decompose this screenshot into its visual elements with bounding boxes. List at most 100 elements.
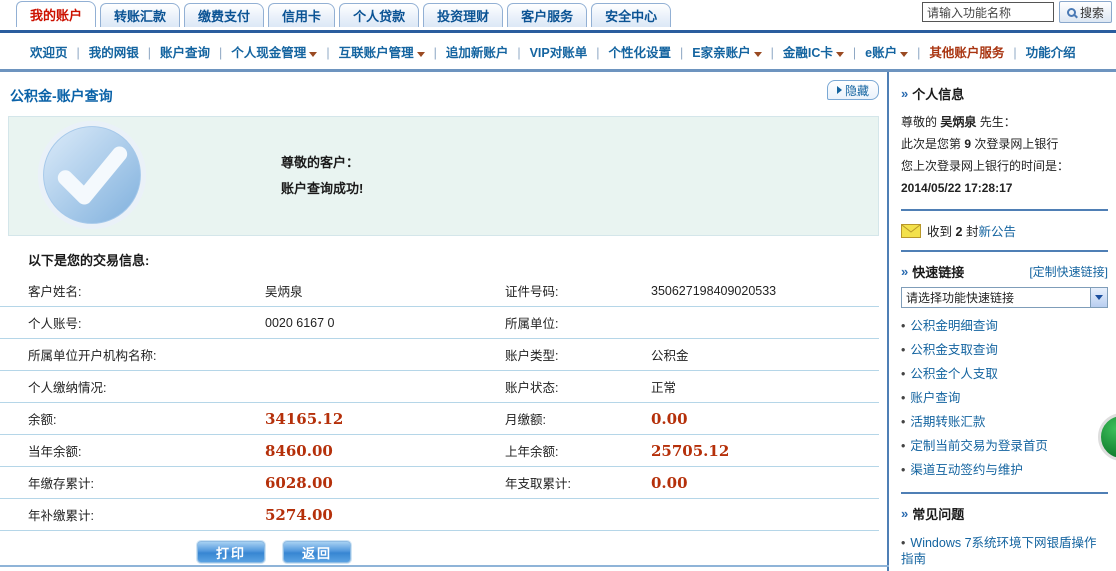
tab-personal-loan[interactable]: 个人贷款	[339, 3, 420, 27]
tab-my-accounts[interactable]: 我的账户	[16, 1, 97, 27]
quick-link-fund-withdraw-query[interactable]: 公积金支取查询	[901, 338, 1108, 362]
row-label: 上年余额:	[505, 445, 559, 459]
table-row: 年补缴累计: 5274.00	[0, 499, 879, 531]
envelope-icon	[901, 223, 921, 238]
row-label: 所属单位开户机构名称:	[28, 349, 157, 363]
quick-link-channel-signing[interactable]: 渠道互动签约与维护	[901, 458, 1108, 482]
chevron-down-icon	[900, 51, 909, 57]
login-prefix: 此次是您第	[901, 137, 962, 151]
notice-prefix: 收到	[927, 225, 953, 239]
nav-other-account-services[interactable]: 其他账户服务	[929, 42, 1025, 61]
row-amount: 25705.12	[651, 441, 730, 460]
quick-link-set-login-home[interactable]: 定制当前交易为登录首页	[901, 434, 1108, 458]
sidebar-divider	[901, 250, 1108, 252]
back-button[interactable]: 返回	[283, 541, 351, 563]
table-row: 客户姓名: 吴炳泉 证件号码: 350627198409020533	[0, 275, 879, 307]
tab-customer-service[interactable]: 客户服务	[507, 3, 588, 27]
row-label: 账户类型:	[505, 349, 559, 363]
nav-e-account[interactable]: e账户	[865, 42, 929, 61]
quick-links-header: 快速链接	[912, 265, 965, 280]
login-count: 9	[964, 137, 972, 151]
nav-feature-intro[interactable]: 功能介绍	[1026, 42, 1076, 61]
row-label: 年补缴累计:	[28, 509, 94, 523]
page-title: 公积金-账户查询	[10, 88, 113, 104]
tab-payments[interactable]: 缴费支付	[184, 3, 265, 27]
row-label: 月缴额:	[505, 413, 546, 427]
nav-vip-statement[interactable]: VIP对账单	[530, 42, 609, 61]
faq-link-windows7-guide[interactable]: Windows 7系统环境下网银盾操作指南	[901, 531, 1108, 571]
login-count-line: 此次是您第 9 次登录网上银行	[901, 133, 1108, 155]
notice-row: 收到 2 封新公告	[901, 221, 1108, 240]
nav-personal-cash-mgmt[interactable]: 个人现金管理	[231, 42, 338, 61]
row-label: 年缴存累计:	[28, 477, 94, 491]
check-circle-icon	[35, 118, 149, 235]
nav-personalization[interactable]: 个性化设置	[609, 42, 693, 61]
tab-security-center[interactable]: 安全中心	[591, 3, 672, 27]
main-bottom-line	[0, 565, 889, 567]
hide-button-label: 隐藏	[844, 83, 869, 98]
success-message-panel: 尊敬的客户： 账户查询成功!	[8, 116, 879, 236]
row-label: 当年余额:	[28, 445, 82, 459]
quick-link-account-query[interactable]: 账户查询	[901, 386, 1108, 410]
search-button[interactable]: 搜索	[1058, 1, 1112, 23]
success-line2: 账户查询成功!	[281, 181, 364, 196]
search-button-label: 搜索	[1079, 5, 1104, 20]
chevron-down-icon	[835, 51, 844, 57]
tab-transfer[interactable]: 转账汇款	[100, 3, 181, 27]
row-amount: 0.00	[651, 409, 688, 428]
nav-label: E家亲账户	[692, 45, 751, 60]
quick-link-select[interactable]: 请选择功能快速链接	[901, 287, 1108, 308]
notice-count: 2	[955, 225, 963, 239]
search-input[interactable]	[921, 2, 1054, 22]
row-value: 350627198409020533	[651, 283, 777, 298]
quick-link-fund-detail-query[interactable]: 公积金明细查询	[901, 314, 1108, 338]
nav-family-account[interactable]: E家亲账户	[692, 42, 783, 61]
search-icon	[1066, 7, 1076, 17]
section-marker-icon: »	[901, 86, 909, 101]
notice-middle: 封	[965, 225, 979, 239]
nav-linked-account-mgmt[interactable]: 互联账户管理	[339, 42, 446, 61]
nav-add-account[interactable]: 追加新账户	[446, 42, 530, 61]
quick-link-fund-personal-withdraw[interactable]: 公积金个人支取	[901, 362, 1108, 386]
greeting-line: 尊敬的 吴炳泉 先生：	[901, 111, 1108, 133]
user-name: 吴炳泉	[940, 115, 977, 129]
hide-panel-button[interactable]: 隐藏	[826, 80, 879, 100]
quick-link-transfer[interactable]: 活期转账汇款	[901, 410, 1108, 434]
top-tab-bar: 我的账户 转账汇款 缴费支付 信用卡 个人贷款 投资理财 客户服务 安全中心 搜…	[0, 0, 1116, 30]
row-value: 公积金	[651, 349, 689, 363]
row-label: 个人账号:	[28, 317, 82, 331]
right-sidebar: » 个人信息 尊敬的 吴炳泉 先生： 此次是您第 9 次登录网上银行 您上次登录…	[887, 72, 1116, 571]
tab-credit-card[interactable]: 信用卡	[268, 3, 336, 27]
chevron-down-icon	[416, 51, 425, 57]
chevron-down-icon	[309, 51, 318, 57]
row-label: 年支取累计:	[505, 477, 571, 491]
row-amount: 6028.00	[265, 473, 333, 492]
login-suffix: 次登录网上银行	[974, 137, 1059, 151]
row-amount: 0.00	[651, 473, 688, 492]
customize-quick-links-link[interactable]: [定制快速链接]	[1029, 263, 1108, 280]
last-login-label: 您上次登录网上银行的时间是：	[901, 159, 1070, 173]
nav-welcome[interactable]: 欢迎页	[30, 42, 89, 61]
nav-label: 互联账户管理	[338, 45, 414, 60]
arrow-right-icon	[836, 86, 842, 94]
nav-ic-card[interactable]: 金融IC卡	[783, 42, 865, 61]
faq-header: 常见问题	[912, 507, 965, 522]
print-button[interactable]: 打印	[197, 541, 265, 563]
chevron-down-icon	[1090, 288, 1107, 307]
sub-navigation: 欢迎页 我的网银 账户查询 个人现金管理 互联账户管理 追加新账户 VIP对账单…	[0, 33, 1116, 69]
nav-my-ebank[interactable]: 我的网银	[89, 42, 160, 61]
main-content: 公积金-账户查询 隐藏 尊敬的客户： 账户查询成功! 以下是您的交易信息: 客户…	[0, 72, 887, 571]
sidebar-divider	[901, 209, 1108, 211]
chevron-down-icon	[753, 51, 762, 57]
tab-investment[interactable]: 投资理财	[423, 3, 504, 27]
nav-label: e账户	[865, 45, 898, 60]
transaction-info-title: 以下是您的交易信息:	[28, 253, 150, 268]
row-amount: 5274.00	[265, 505, 333, 524]
row-label: 证件号码:	[505, 285, 559, 299]
row-value: 吴炳泉	[265, 285, 303, 299]
new-announcements-link[interactable]: 新公告	[978, 225, 1016, 239]
table-row: 余额: 34165.12 月缴额: 0.00	[0, 403, 879, 435]
row-label: 客户姓名:	[28, 285, 82, 299]
nav-label: 个人现金管理	[231, 45, 307, 60]
nav-account-query[interactable]: 账户查询	[160, 42, 231, 61]
